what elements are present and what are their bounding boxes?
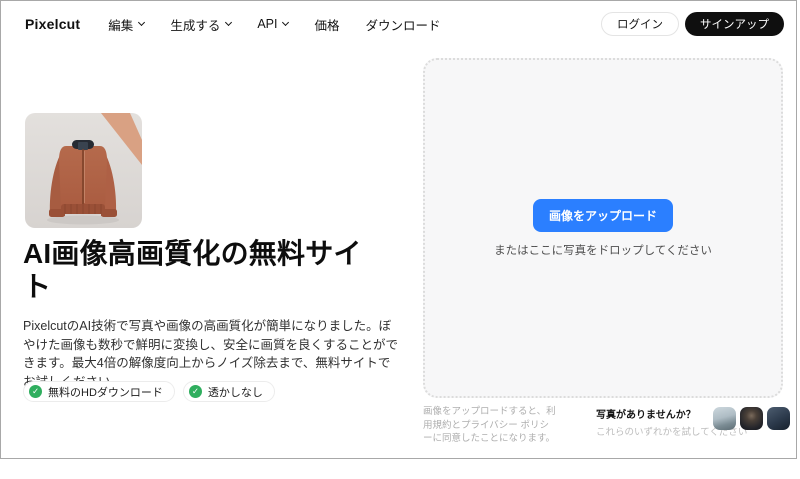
sample-thumb-landscape[interactable] bbox=[713, 407, 736, 430]
nav-item-edit[interactable]: 編集 bbox=[108, 15, 146, 34]
chevron-down-icon bbox=[225, 18, 233, 27]
terms-note: 画像をアップロードすると、利用規約とプライバシー ポリシーに同意したことになりま… bbox=[423, 406, 556, 444]
sample-thumb-car[interactable] bbox=[767, 407, 790, 430]
nav-item-label: 編集 bbox=[108, 18, 134, 33]
badge-no-watermark: ✓ 透かしなし bbox=[182, 381, 275, 402]
nav-item-label: ダウンロード bbox=[365, 18, 441, 33]
badge-free-hd-download: ✓ 無料のHDダウンロード bbox=[23, 381, 175, 402]
jacket-sample-image bbox=[25, 113, 142, 228]
chevron-down-icon bbox=[282, 18, 290, 27]
badge-label: 無料のHDダウンロード bbox=[48, 386, 163, 399]
sample-thumb-portrait[interactable] bbox=[740, 407, 763, 430]
browser-viewport: Pixelcut 編集 生成する API 価格 ダウンロード ログイン サインア… bbox=[0, 0, 797, 459]
nav-item-label: 価格 bbox=[314, 18, 340, 33]
login-button[interactable]: ログイン bbox=[601, 12, 679, 36]
nav-item-api[interactable]: API bbox=[257, 17, 290, 31]
upload-button[interactable]: 画像をアップロード bbox=[532, 198, 673, 232]
signup-button[interactable]: サインアップ bbox=[685, 12, 784, 36]
hero-description: PixelcutのAI技術で写真や画像の高画質化が簡単になりました。ぼやけた画像… bbox=[23, 319, 399, 389]
drop-hint-text: またはここに写真をドロップしてください bbox=[494, 244, 712, 257]
no-photo-block: 写真がありませんか？ これらのいずれかを試してください bbox=[596, 406, 748, 438]
no-photo-caption: これらのいずれかを試してください bbox=[596, 427, 748, 438]
nav-item-label: API bbox=[257, 17, 278, 31]
chevron-down-icon bbox=[138, 18, 146, 27]
page-title: AI画像高画質化の無料サイト bbox=[23, 238, 362, 302]
badge-label: 透かしなし bbox=[207, 386, 263, 399]
sample-thumbnails bbox=[713, 407, 790, 430]
no-photo-title: 写真がありませんか？ bbox=[596, 410, 696, 421]
pixelcut-logo[interactable]: Pixelcut bbox=[25, 16, 80, 32]
upload-dropzone[interactable]: 画像をアップロード またはここに写真をドロップしてください bbox=[423, 58, 783, 398]
feature-badges: ✓ 無料のHDダウンロード ✓ 透かしなし bbox=[23, 381, 275, 402]
nav-actions: ログイン サインアップ bbox=[601, 12, 784, 36]
nav-item-generate[interactable]: 生成する bbox=[170, 15, 233, 34]
checkmark-icon: ✓ bbox=[29, 385, 42, 398]
top-nav: Pixelcut 編集 生成する API 価格 ダウンロード ログイン サインア… bbox=[1, 1, 796, 47]
nav-item-label: 生成する bbox=[170, 18, 221, 33]
nav-item-pricing[interactable]: 価格 bbox=[314, 15, 339, 34]
nav-item-download[interactable]: ダウンロード bbox=[366, 15, 441, 34]
nav-menu: 編集 生成する API 価格 ダウンロード bbox=[108, 15, 440, 34]
jacket-illustration bbox=[25, 113, 142, 228]
checkmark-icon: ✓ bbox=[188, 385, 202, 398]
